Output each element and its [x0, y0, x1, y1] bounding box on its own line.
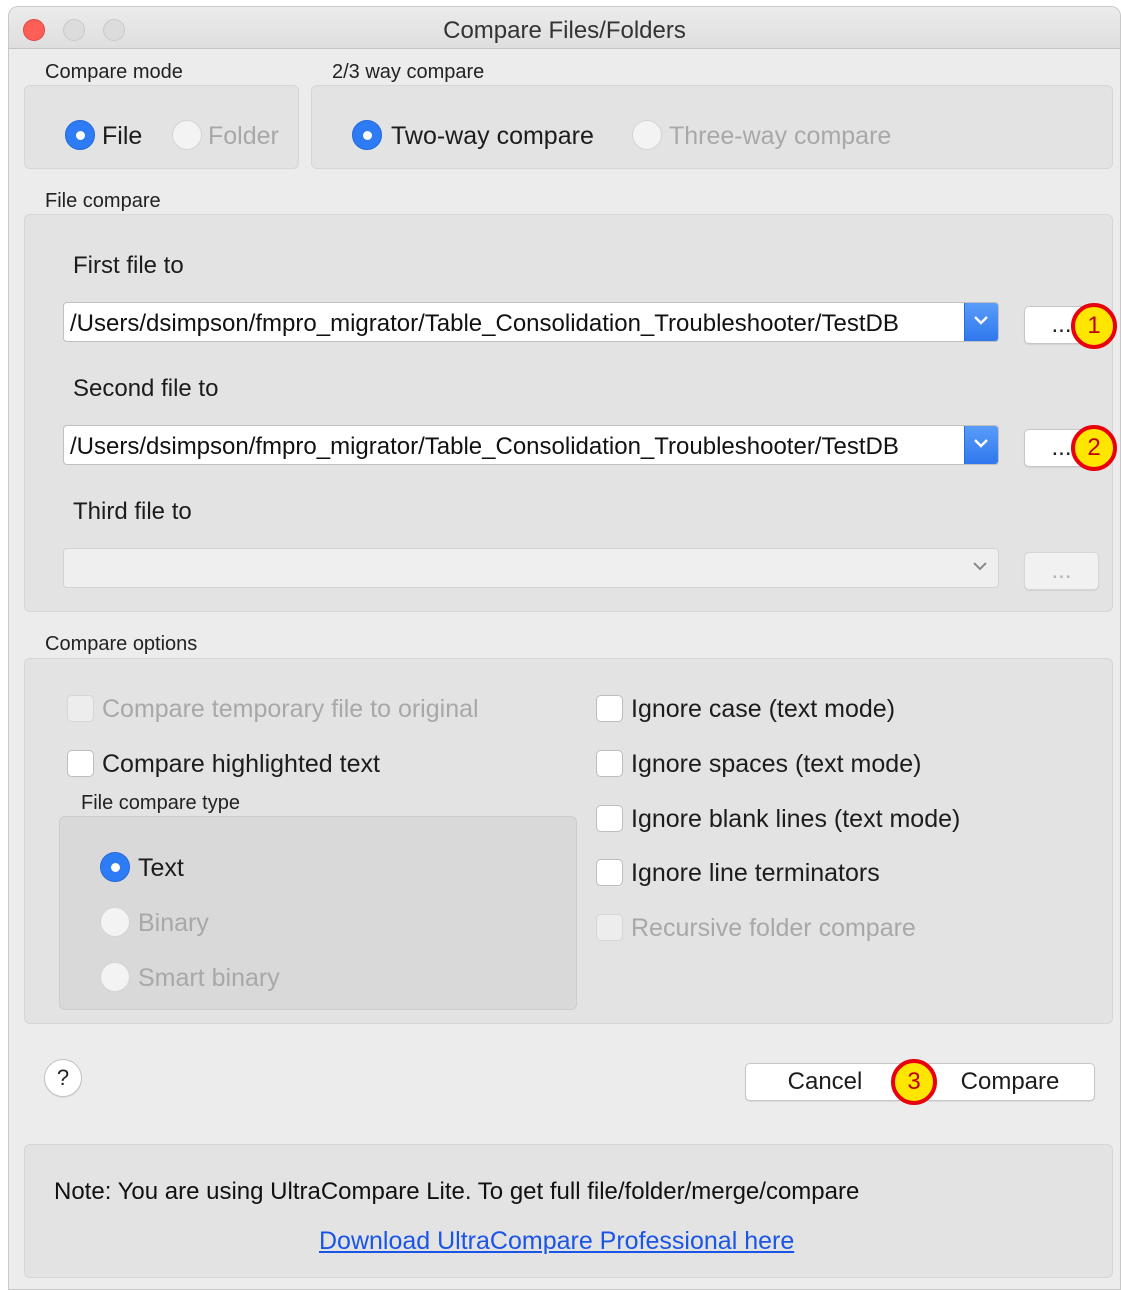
folder-mode-radio[interactable] [172, 120, 202, 150]
annotation-badge-2: 2 [1071, 425, 1117, 471]
third-file-label: Third file to [73, 498, 192, 525]
third-file-dropdown-button[interactable] [964, 549, 998, 587]
recursive-folder-label[interactable]: Recursive folder compare [631, 914, 916, 943]
first-file-label: First file to [73, 252, 184, 279]
first-file-combo[interactable]: /Users/dsimpson/fmpro_migrator/Table_Con… [63, 302, 999, 342]
second-file-combo[interactable]: /Users/dsimpson/fmpro_migrator/Table_Con… [63, 425, 999, 465]
second-file-path: /Users/dsimpson/fmpro_migrator/Table_Con… [70, 433, 899, 460]
download-pro-link[interactable]: Download UltraCompare Professional here [319, 1227, 794, 1256]
highlighted-text-checkbox[interactable] [67, 750, 94, 777]
second-file-dropdown-button[interactable] [964, 426, 998, 464]
file-compare-label: File compare [45, 190, 161, 212]
temp-file-checkbox[interactable] [67, 695, 94, 722]
first-file-path: /Users/dsimpson/fmpro_migrator/Table_Con… [70, 310, 899, 337]
ignore-case-label[interactable]: Ignore case (text mode) [631, 695, 895, 724]
window-title: Compare Files/Folders [443, 17, 686, 44]
binary-type-radio[interactable] [100, 907, 130, 937]
file-mode-label[interactable]: File [102, 122, 142, 151]
folder-mode-label[interactable]: Folder [208, 122, 279, 151]
chevron-down-icon [974, 316, 988, 325]
two-way-radio[interactable] [352, 120, 382, 150]
two-way-label[interactable]: Two-way compare [391, 122, 594, 151]
ignore-case-checkbox[interactable] [596, 695, 623, 722]
way-compare-group: Two-way compare Three-way compare [311, 85, 1113, 169]
binary-type-label[interactable]: Binary [138, 909, 209, 938]
text-type-label[interactable]: Text [138, 854, 184, 883]
second-file-label: Second file to [73, 375, 219, 402]
compare-dialog-window: Compare Files/Folders Compare mode File … [8, 6, 1121, 1290]
note-panel: Note: You are using UltraCompare Lite. T… [24, 1144, 1113, 1278]
file-mode-radio[interactable] [65, 120, 95, 150]
compare-button[interactable]: Compare [925, 1063, 1095, 1101]
annotation-badge-3: 3 [891, 1059, 937, 1105]
file-compare-type-group: Text Binary Smart binary [59, 816, 577, 1010]
text-type-radio[interactable] [100, 852, 130, 882]
ignore-spaces-label[interactable]: Ignore spaces (text mode) [631, 750, 921, 779]
three-way-radio[interactable] [632, 120, 662, 150]
highlighted-text-label[interactable]: Compare highlighted text [102, 750, 380, 779]
third-file-browse-button[interactable]: ... [1024, 552, 1099, 590]
compare-mode-group: File Folder [24, 85, 299, 169]
third-file-combo[interactable] [63, 548, 999, 588]
compare-options-label: Compare options [45, 633, 198, 655]
first-file-dropdown-button[interactable] [964, 303, 998, 341]
file-compare-type-label: File compare type [81, 792, 240, 814]
ignore-spaces-checkbox[interactable] [596, 750, 623, 777]
ignore-blank-lines-checkbox[interactable] [596, 805, 623, 832]
annotation-badge-1: 1 [1071, 303, 1117, 349]
smart-binary-type-label[interactable]: Smart binary [138, 964, 280, 993]
temp-file-label[interactable]: Compare temporary file to original [102, 695, 479, 724]
chevron-down-icon [974, 439, 988, 448]
chevron-down-icon [973, 562, 987, 571]
three-way-label[interactable]: Three-way compare [669, 122, 891, 151]
ignore-line-terminators-checkbox[interactable] [596, 859, 623, 886]
ignore-line-terminators-label[interactable]: Ignore line terminators [631, 859, 880, 888]
title-bar: Compare Files/Folders [9, 7, 1120, 49]
lite-note-text: Note: You are using UltraCompare Lite. T… [54, 1178, 860, 1205]
way-compare-label: 2/3 way compare [332, 61, 485, 83]
smart-binary-type-radio[interactable] [100, 962, 130, 992]
compare-mode-label: Compare mode [45, 61, 183, 83]
help-button[interactable]: ? [44, 1059, 82, 1097]
ignore-blank-lines-label[interactable]: Ignore blank lines (text mode) [631, 805, 960, 834]
cancel-button[interactable]: Cancel [745, 1063, 905, 1101]
recursive-folder-checkbox[interactable] [596, 914, 623, 941]
